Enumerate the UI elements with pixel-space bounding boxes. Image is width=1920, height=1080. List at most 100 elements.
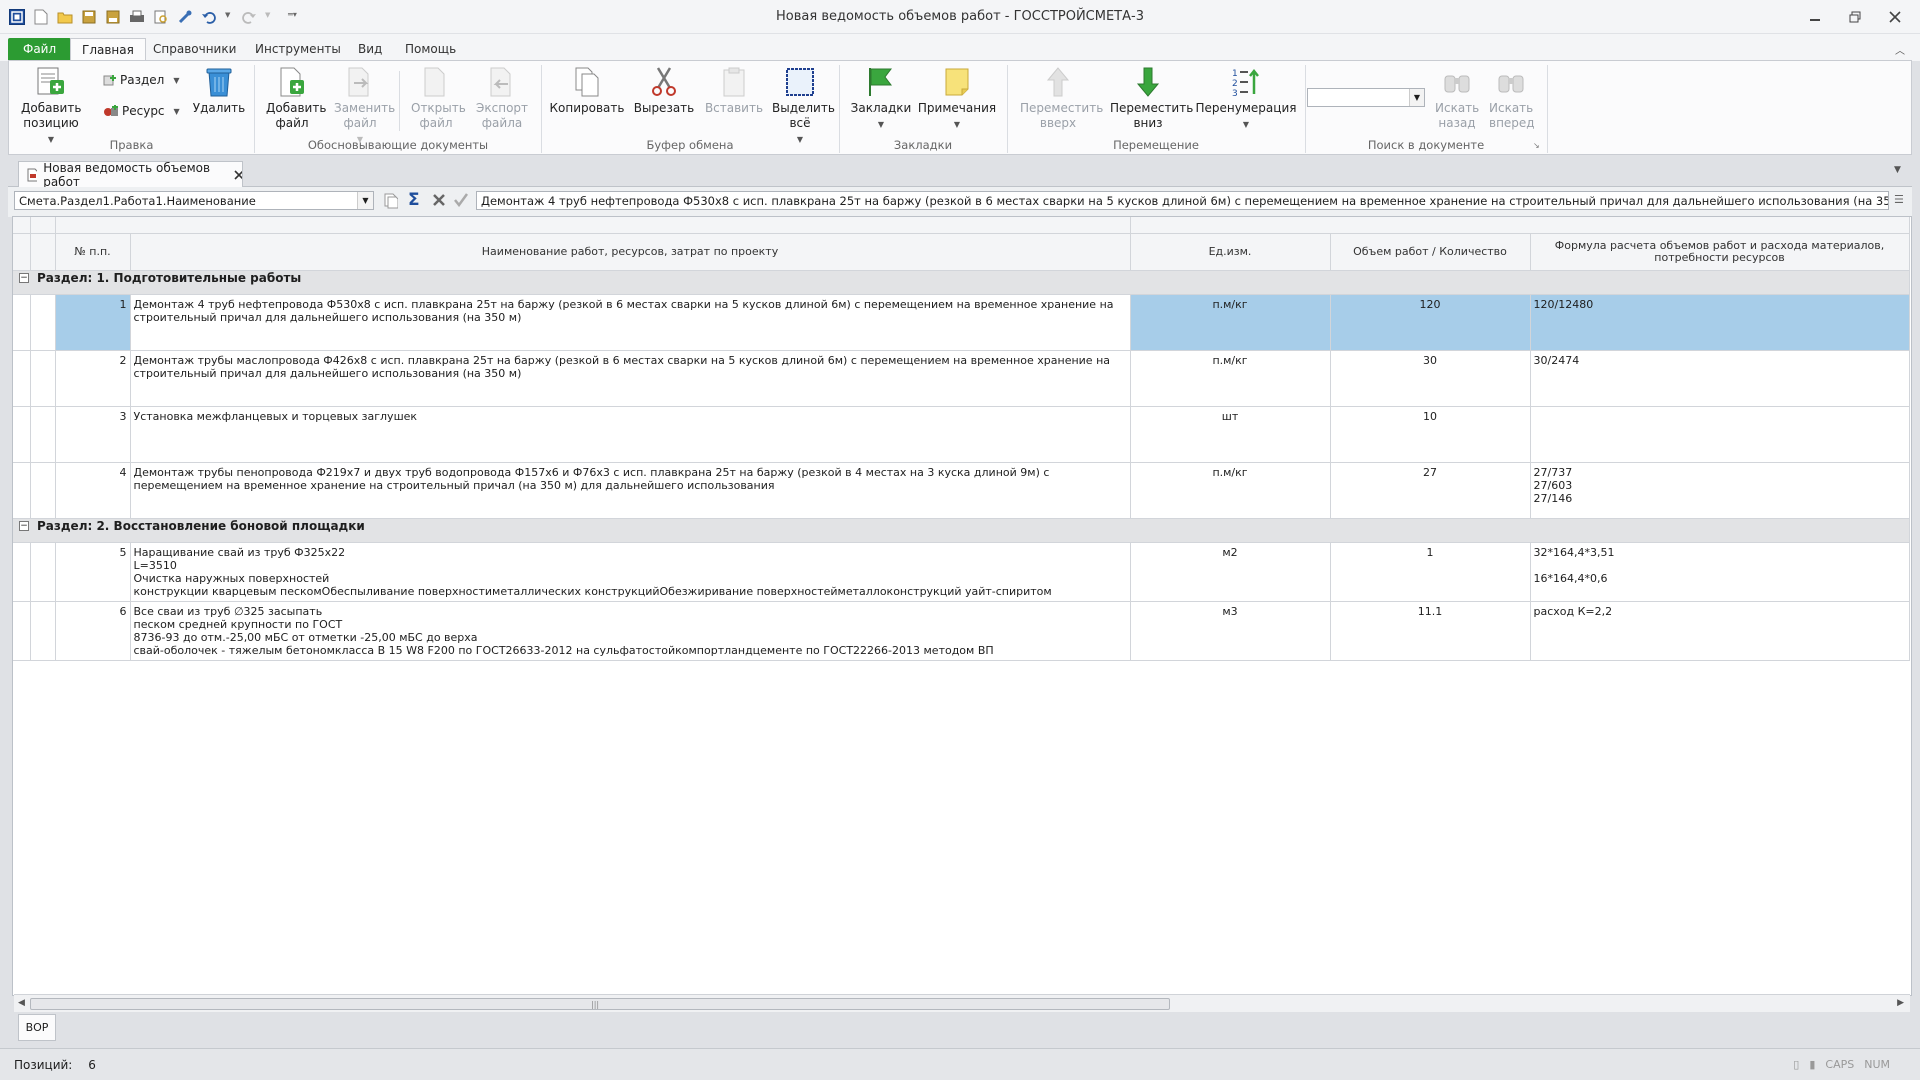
row-unit[interactable]: п.м/кг: [1130, 350, 1331, 407]
cell-path-combo[interactable]: Смета.Раздел1.Работа1.Наименование ▼: [14, 191, 374, 210]
cut-button[interactable]: Вырезать: [629, 65, 699, 116]
section-row[interactable]: − Раздел: 1. Подготовительные работы: [13, 270, 1910, 295]
row-formula[interactable]: расход К=2,2: [1530, 601, 1910, 661]
formula-input[interactable]: Демонтаж 4 труб нефтепровода Ф530х8 с ис…: [476, 191, 1889, 210]
tab-help[interactable]: Помощь: [394, 38, 467, 61]
open-file-button[interactable]: Открыть файл: [407, 65, 466, 131]
collapse-section-icon[interactable]: −: [19, 521, 29, 531]
row-quantity[interactable]: 1: [1330, 542, 1531, 602]
table-row[interactable]: 6 Все сваи из труб ∅325 засыпать песком …: [13, 601, 1910, 661]
tab-tools[interactable]: Инструменты: [244, 38, 352, 61]
sheet-tab-vor[interactable]: ВОР: [18, 1014, 56, 1041]
row-number[interactable]: 6: [55, 601, 131, 661]
tab-home[interactable]: Главная: [70, 38, 146, 61]
replace-file-button[interactable]: Заменить файл ▼: [329, 65, 395, 147]
sum-icon[interactable]: Σ: [408, 190, 420, 210]
row-name[interactable]: Наращивание свай из труб Ф325х22 L=3510 …: [130, 542, 1131, 602]
horizontal-scroll-thumb[interactable]: |||: [30, 998, 1170, 1010]
row-unit[interactable]: шт: [1130, 406, 1331, 463]
restore-icon[interactable]: [1840, 6, 1870, 28]
tab-view[interactable]: Вид: [347, 38, 393, 61]
row-number[interactable]: 2: [55, 350, 131, 407]
col-header-quantity[interactable]: Объем работ / Количество: [1330, 233, 1531, 271]
table-row[interactable]: 4 Демонтаж трубы пенопровода Ф219х7 и дв…: [13, 462, 1910, 519]
paste-button[interactable]: Вставить: [701, 65, 767, 116]
table-row[interactable]: 2 Демонтаж трубы маслопровода Ф426х8 с и…: [13, 350, 1910, 407]
export-file-button[interactable]: Экспорт файла: [471, 65, 533, 131]
minimize-icon[interactable]: [1800, 6, 1830, 28]
row-quantity[interactable]: 120: [1330, 294, 1531, 351]
row-formula[interactable]: 120/12480: [1530, 294, 1910, 351]
num-indicator: NUM: [1864, 1058, 1890, 1071]
row-quantity[interactable]: 30: [1330, 350, 1531, 407]
add-file-button[interactable]: Добавить файл: [261, 65, 326, 131]
table-row[interactable]: 1 Демонтаж 4 труб нефтепровода Ф530х8 с …: [13, 294, 1910, 351]
table-row[interactable]: 3 Установка межфланцевых и торцевых загл…: [13, 406, 1910, 463]
tab-file[interactable]: Файл: [8, 38, 72, 61]
col-header-formula[interactable]: Формула расчета объемов работ и расхода …: [1530, 233, 1910, 271]
row-name[interactable]: Демонтаж трубы маслопровода Ф426х8 с исп…: [130, 350, 1131, 407]
tab-list-dropdown-icon[interactable]: ▼: [1894, 165, 1901, 175]
collapse-ribbon-icon[interactable]: ︿: [1895, 42, 1905, 57]
page-layout-icon[interactable]: ▮: [1809, 1058, 1815, 1071]
col-header-number[interactable]: № п.п.: [55, 233, 131, 271]
row-formula[interactable]: [1530, 406, 1910, 463]
col-header-unit[interactable]: Ед.изм.: [1130, 233, 1331, 271]
cancel-edit-icon[interactable]: [432, 193, 446, 210]
document-tab[interactable]: Новая ведомость объемов работ: [18, 161, 243, 189]
add-resource-button[interactable]: Ресурс ▼: [103, 104, 180, 118]
add-section-button[interactable]: Раздел ▼: [103, 73, 179, 87]
row-quantity[interactable]: 27: [1330, 462, 1531, 519]
svg-text:2: 2: [1232, 79, 1238, 89]
row-number[interactable]: 1: [55, 294, 131, 351]
row-name[interactable]: Демонтаж трубы пенопровода Ф219х7 и двух…: [130, 462, 1131, 519]
confirm-edit-icon[interactable]: [454, 193, 469, 210]
scroll-right-icon[interactable]: ▶: [1897, 998, 1904, 1008]
row-number[interactable]: 4: [55, 462, 131, 519]
col-header-name[interactable]: Наименование работ, ресурсов, затрат по …: [130, 233, 1131, 271]
row-unit[interactable]: п.м/кг: [1130, 294, 1331, 351]
tab-directories[interactable]: Справочники: [142, 38, 247, 61]
renumber-button[interactable]: 123 Перенумерация ▼: [1195, 65, 1297, 132]
row-name[interactable]: Демонтаж 4 труб нефтепровода Ф530х8 с ис…: [130, 294, 1131, 351]
cell-path-dropdown-icon[interactable]: ▼: [357, 192, 373, 209]
select-all-button[interactable]: Выделить всё ▼: [767, 65, 835, 147]
row-quantity[interactable]: 11.1: [1330, 601, 1531, 661]
row-quantity[interactable]: 10: [1330, 406, 1531, 463]
row-name[interactable]: Все сваи из труб ∅325 засыпать песком ср…: [130, 601, 1131, 661]
copy-formula-icon[interactable]: [384, 193, 399, 212]
search-dropdown-icon[interactable]: ▼: [1409, 89, 1424, 106]
add-position-button[interactable]: Добавить позицию ▼: [15, 65, 87, 147]
table-row[interactable]: 5 Наращивание свай из труб Ф325х22 L=351…: [13, 542, 1910, 602]
row-unit[interactable]: м2: [1130, 542, 1331, 602]
collapse-section-icon[interactable]: −: [19, 273, 29, 283]
row-formula[interactable]: 32*164,4*3,51 16*164,4*0,6: [1530, 542, 1910, 602]
close-window-icon[interactable]: [1880, 6, 1910, 28]
page-view-icon[interactable]: ▯: [1793, 1058, 1799, 1071]
horizontal-scrollbar[interactable]: ◀ ||| ▶: [14, 994, 1910, 1012]
group-label-edit: Правка: [109, 138, 154, 152]
section-row[interactable]: − Раздел: 2. Восстановление боновой площа…: [13, 518, 1910, 543]
notes-button[interactable]: Примечания ▼: [917, 65, 997, 132]
search-back-button[interactable]: Искать назад: [1431, 65, 1483, 131]
move-up-button[interactable]: Переместить вверх: [1015, 65, 1103, 131]
search-options-launcher-icon[interactable]: ↘: [1533, 141, 1540, 150]
search-forward-button[interactable]: Искать вперед: [1485, 65, 1537, 131]
bookmarks-button[interactable]: Закладки ▼: [845, 65, 917, 132]
search-combo[interactable]: ▼: [1307, 88, 1425, 107]
copy-button[interactable]: Копировать: [549, 65, 625, 116]
expand-formula-icon[interactable]: ☰: [1894, 193, 1904, 206]
row-formula[interactable]: 30/2474: [1530, 350, 1910, 407]
row-number[interactable]: 5: [55, 542, 131, 602]
row-number[interactable]: 3: [55, 406, 131, 463]
scroll-left-icon[interactable]: ◀: [18, 998, 25, 1008]
status-bar: Позиций: 6 ▯ ▮ CAPS NUM: [0, 1048, 1920, 1080]
move-down-button[interactable]: Переместить вниз: [1105, 65, 1193, 131]
close-tab-icon[interactable]: [233, 170, 243, 180]
row-unit[interactable]: п.м/кг: [1130, 462, 1331, 519]
delete-button[interactable]: Удалить: [189, 65, 249, 116]
document-icon: [27, 168, 38, 182]
row-name[interactable]: Установка межфланцевых и торцевых заглуш…: [130, 406, 1131, 463]
row-unit[interactable]: м3: [1130, 601, 1331, 661]
row-formula[interactable]: 27/737 27/603 27/146: [1530, 462, 1910, 519]
